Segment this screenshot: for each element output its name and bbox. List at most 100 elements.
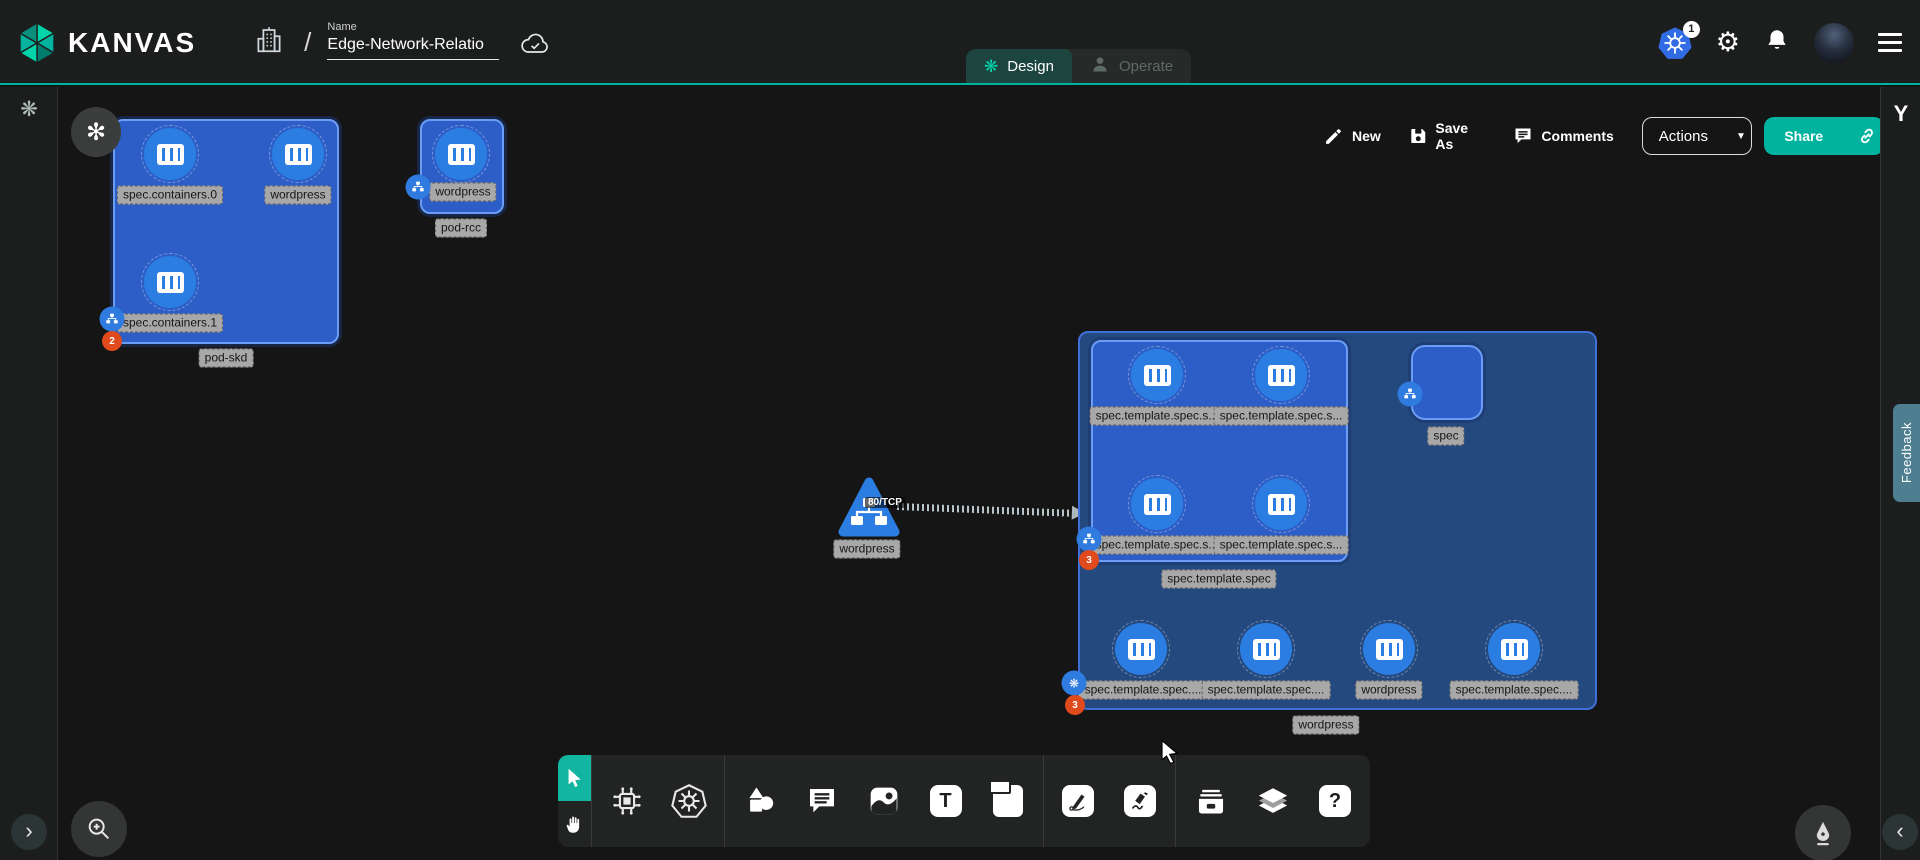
design-canvas[interactable]: New Save As Comments Actions ▼ Share bbox=[59, 87, 1880, 860]
y-panel-icon[interactable]: Y bbox=[1881, 101, 1920, 127]
logo-text: KANVAS bbox=[68, 27, 196, 59]
chevron-left-icon: ‹ bbox=[1896, 818, 1903, 844]
container-icon bbox=[1253, 639, 1280, 660]
kubernetes-tool-button[interactable] bbox=[658, 755, 720, 847]
kubernetes-context-button[interactable]: 1 bbox=[1658, 26, 1692, 60]
node-deployment-container-3[interactable] bbox=[1488, 623, 1540, 675]
tab-operate[interactable]: Operate bbox=[1072, 49, 1191, 83]
deployment-type-badge[interactable]: ❋ bbox=[1062, 671, 1087, 696]
share-label: Share bbox=[1764, 128, 1843, 144]
node-label: spec.template.spec.s... bbox=[1090, 536, 1225, 555]
node-wordpress-container[interactable] bbox=[272, 128, 324, 180]
components-tool-button[interactable] bbox=[596, 755, 658, 847]
service-deployment-edge[interactable] bbox=[897, 503, 1075, 517]
node-label: wordpress bbox=[429, 183, 496, 202]
spiral-icon: ❋ bbox=[1069, 677, 1079, 689]
container-icon bbox=[285, 144, 312, 165]
node-template-container-0[interactable] bbox=[1131, 349, 1183, 401]
feedback-tab[interactable]: Feedback bbox=[1893, 404, 1920, 502]
shapes-tool-button[interactable] bbox=[729, 755, 791, 847]
note-tool-button[interactable] bbox=[977, 755, 1039, 847]
cloud-sync-icon bbox=[519, 31, 551, 62]
node-spec-containers-0[interactable] bbox=[144, 128, 196, 180]
group-spec[interactable] bbox=[1411, 345, 1483, 420]
count-badge[interactable]: 3 bbox=[1065, 695, 1085, 715]
hamburger-menu-icon[interactable] bbox=[1878, 33, 1902, 52]
notifications-bell-icon[interactable] bbox=[1764, 27, 1790, 58]
app-header: KANVAS / Name ❋ Design bbox=[0, 0, 1920, 85]
archive-tool-button[interactable] bbox=[1180, 755, 1242, 847]
comments-button[interactable]: Comments bbox=[1513, 126, 1613, 146]
node-wordpress-container[interactable] bbox=[435, 128, 487, 180]
pod-type-badge[interactable] bbox=[1077, 527, 1102, 552]
image-tool-button[interactable] bbox=[853, 755, 915, 847]
hand-icon bbox=[564, 813, 586, 835]
pan-tool-button[interactable] bbox=[558, 801, 591, 847]
node-deployment-container-2[interactable] bbox=[1363, 623, 1415, 675]
count-badge[interactable]: 3 bbox=[1079, 550, 1099, 570]
node-deployment-container-1[interactable] bbox=[1240, 623, 1292, 675]
node-label: spec.template.spec.... bbox=[1079, 681, 1208, 700]
pen-path-icon bbox=[1066, 789, 1090, 813]
pod-type-badge[interactable] bbox=[406, 175, 431, 200]
comment-tool-button[interactable] bbox=[791, 755, 853, 847]
new-label: New bbox=[1352, 128, 1381, 144]
sidebar-spiral-icon[interactable]: ❋ bbox=[0, 97, 58, 122]
container-icon bbox=[1501, 639, 1528, 660]
drawer-icon bbox=[1194, 784, 1228, 818]
pod-type-badge[interactable] bbox=[1398, 382, 1423, 407]
pod-type-badge[interactable] bbox=[100, 307, 125, 332]
settings-gear-icon[interactable]: ⚙ bbox=[1716, 29, 1740, 56]
node-spec-containers-1[interactable] bbox=[144, 256, 196, 308]
comments-label: Comments bbox=[1541, 128, 1613, 144]
container-icon bbox=[1144, 494, 1171, 515]
count-badge[interactable]: 2 bbox=[102, 331, 122, 351]
text-tool-tile: T bbox=[930, 785, 962, 817]
user-avatar[interactable] bbox=[1814, 23, 1854, 63]
group-spec-template-spec[interactable] bbox=[1091, 340, 1348, 562]
design-spiral-icon: ❋ bbox=[984, 58, 998, 75]
actions-dropdown[interactable]: Actions ▼ bbox=[1642, 117, 1753, 155]
text-tool-button[interactable]: T bbox=[915, 755, 977, 847]
node-deployment-container-0[interactable] bbox=[1115, 623, 1167, 675]
node-label: spec.template.spec.s... bbox=[1090, 407, 1225, 426]
container-icon bbox=[1268, 365, 1295, 386]
magnifier-plus-icon bbox=[85, 815, 113, 843]
name-field-label: Name bbox=[327, 21, 499, 33]
pen-tool-button[interactable] bbox=[1047, 755, 1109, 847]
node-template-container-2[interactable] bbox=[1131, 478, 1183, 530]
save-as-button[interactable]: Save As bbox=[1409, 120, 1486, 152]
organization-icon[interactable] bbox=[254, 24, 284, 61]
service-label: wordpress bbox=[833, 540, 900, 559]
cursor-arrow-icon bbox=[564, 767, 586, 789]
kanvas-logo[interactable]: KANVAS bbox=[16, 21, 196, 65]
container-icon bbox=[448, 144, 475, 165]
help-tool-button[interactable]: ? bbox=[1304, 755, 1366, 847]
node-template-container-1[interactable] bbox=[1255, 349, 1307, 401]
expand-left-panel-button[interactable]: › bbox=[11, 814, 47, 850]
select-tool-button[interactable] bbox=[558, 755, 591, 801]
tab-operate-label: Operate bbox=[1119, 58, 1173, 75]
design-name-input[interactable] bbox=[327, 36, 499, 60]
ink-pen-button[interactable] bbox=[1795, 805, 1851, 860]
new-button[interactable]: New bbox=[1324, 126, 1381, 146]
layers-tool-button[interactable] bbox=[1242, 755, 1304, 847]
kubernetes-count-badge: 1 bbox=[1683, 21, 1700, 38]
caret-down-icon[interactable]: ▼ bbox=[1724, 131, 1752, 142]
freeze-layout-button[interactable]: ✻ bbox=[71, 107, 121, 157]
zoom-button[interactable] bbox=[71, 801, 127, 857]
group-label-pod-rcc: pod-rcc bbox=[435, 219, 487, 238]
note-icon bbox=[993, 785, 1023, 817]
node-wordpress-service[interactable] bbox=[837, 476, 901, 540]
tab-design[interactable]: ❋ Design bbox=[966, 49, 1072, 83]
breadcrumb-separator: / bbox=[304, 27, 311, 58]
node-label: wordpress bbox=[264, 186, 331, 205]
expand-right-panel-button[interactable]: ‹ bbox=[1882, 814, 1918, 850]
node-label: wordpress bbox=[1355, 681, 1422, 700]
node-label: spec.containers.0 bbox=[117, 186, 223, 205]
node-template-container-3[interactable] bbox=[1255, 478, 1307, 530]
copy-link-icon[interactable] bbox=[1843, 126, 1880, 146]
share-button[interactable]: Share bbox=[1764, 117, 1880, 155]
left-sidebar: ❋ › bbox=[0, 87, 58, 860]
pencil-squiggle-icon bbox=[1128, 789, 1152, 813]
